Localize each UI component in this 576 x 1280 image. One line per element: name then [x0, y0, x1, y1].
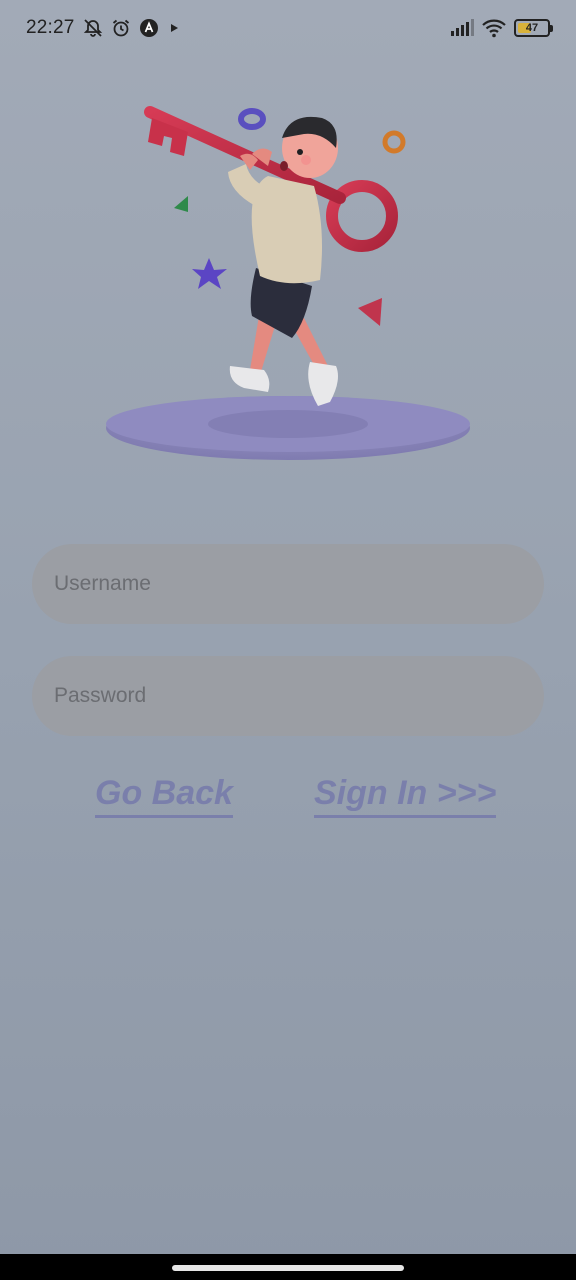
notifications-off-icon: [83, 18, 103, 38]
status-time: 22:27: [26, 17, 75, 38]
play-icon: [167, 21, 181, 35]
status-right: 47: [450, 18, 553, 38]
go-back-button[interactable]: Go Back: [95, 774, 233, 818]
key-character-illustration: [100, 90, 480, 470]
status-left: 22:27: [26, 17, 181, 39]
password-input[interactable]: [54, 684, 522, 708]
username-input[interactable]: [54, 572, 522, 596]
app-a-icon: [139, 18, 159, 38]
wifi-icon: [482, 18, 506, 38]
sign-in-button[interactable]: Sign In >>>: [314, 774, 497, 818]
battery-level: 47: [525, 22, 539, 34]
home-indicator[interactable]: [172, 1265, 404, 1271]
status-bar: 22:27 47: [0, 0, 576, 56]
alarm-icon: [111, 18, 131, 38]
signal-icon: [450, 19, 474, 37]
password-field-container[interactable]: [32, 656, 544, 736]
battery-icon: 47: [514, 19, 553, 37]
username-field-container[interactable]: [32, 544, 544, 624]
